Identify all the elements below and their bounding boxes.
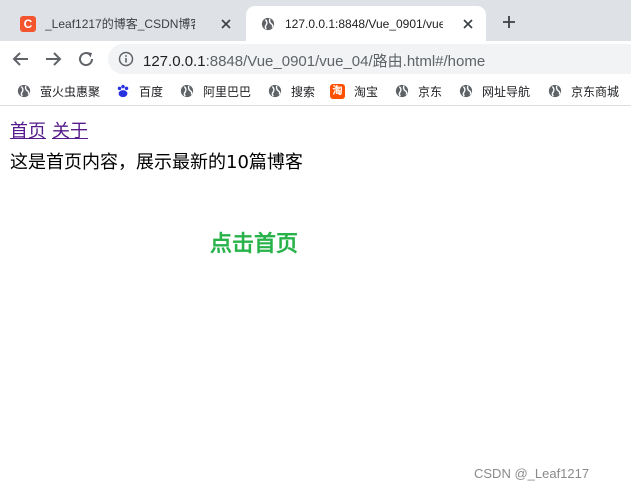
url-text: 127.0.0.1:8848/Vue_0901/vue_04/路由.html#/… bbox=[143, 50, 485, 71]
globe-icon bbox=[458, 84, 473, 99]
bookmark-label: 京东 bbox=[418, 84, 443, 99]
bookmark-label: 百度 bbox=[139, 84, 164, 99]
bookmark-item[interactable]: 搜索 bbox=[267, 82, 315, 100]
bookmarks-bar: 萤火虫惠聚 百度 阿里巴巴 搜索 淘 淘宝 京东 网址导航 京东商城 bbox=[0, 77, 631, 106]
close-icon[interactable] bbox=[460, 16, 476, 32]
bookmark-label: 网址导航 bbox=[482, 84, 531, 99]
about-link[interactable]: 关于 bbox=[52, 121, 88, 142]
back-button[interactable] bbox=[9, 47, 33, 71]
bookmark-label: 搜索 bbox=[291, 84, 316, 99]
bookmark-item[interactable]: 阿里巴巴 bbox=[179, 82, 251, 100]
baidu-icon bbox=[115, 84, 130, 99]
arrow-right-icon bbox=[46, 52, 62, 66]
page-content: 首页 关于 这是首页内容，展示最新的10篇博客 点击首页 CSDN @_Leaf1… bbox=[0, 106, 631, 491]
bookmark-label: 京东商城 bbox=[571, 84, 620, 99]
csdn-icon: C bbox=[20, 15, 36, 32]
globe-icon bbox=[267, 84, 282, 99]
address-bar[interactable]: 127.0.0.1:8848/Vue_0901/vue_04/路由.html#/… bbox=[108, 44, 631, 74]
new-tab-button[interactable] bbox=[499, 12, 519, 32]
browser-toolbar: 127.0.0.1:8848/Vue_0901/vue_04/路由.html#/… bbox=[0, 41, 631, 77]
tab-local-page[interactable]: 127.0.0.1:8848/Vue_0901/vue_ bbox=[246, 6, 486, 41]
taobao-icon: 淘 bbox=[330, 83, 345, 99]
reload-icon bbox=[79, 52, 94, 67]
plus-icon bbox=[503, 16, 515, 28]
globe-icon bbox=[394, 84, 409, 99]
url-path: :8848/Vue_0901/vue_04/路由.html#/home bbox=[205, 53, 486, 70]
close-icon[interactable] bbox=[218, 16, 234, 32]
router-nav: 首页 关于 bbox=[10, 121, 88, 143]
tab-title: 127.0.0.1:8848/Vue_0901/vue_ bbox=[285, 16, 443, 31]
globe-icon bbox=[547, 84, 562, 99]
forward-button[interactable] bbox=[41, 47, 65, 71]
bookmark-item[interactable]: 京东 bbox=[394, 82, 442, 100]
globe-icon bbox=[260, 16, 276, 32]
bookmark-item[interactable]: 萤火虫惠聚 bbox=[16, 82, 100, 100]
tab-title: _Leaf1217的博客_CSDN博客-Ja bbox=[45, 17, 195, 31]
globe-icon bbox=[16, 84, 31, 99]
bookmark-label: 阿里巴巴 bbox=[203, 84, 252, 99]
url-host: 127.0.0.1 bbox=[143, 53, 206, 70]
bookmark-label: 淘宝 bbox=[354, 84, 379, 99]
bookmark-item[interactable]: 百度 bbox=[115, 82, 163, 100]
tab-csdn-blog[interactable]: C _Leaf1217的博客_CSDN博客-Ja bbox=[8, 6, 244, 41]
home-content-text: 这是首页内容，展示最新的10篇博客 bbox=[10, 152, 303, 173]
home-link[interactable]: 首页 bbox=[10, 121, 46, 142]
bookmark-item[interactable]: 淘 淘宝 bbox=[330, 82, 378, 100]
bookmark-item[interactable]: 网址导航 bbox=[458, 82, 530, 100]
csdn-watermark: CSDN @_Leaf1217 bbox=[474, 466, 590, 481]
bookmark-label: 萤火虫惠聚 bbox=[40, 84, 101, 99]
info-icon[interactable] bbox=[118, 51, 134, 67]
tab-strip: C _Leaf1217的博客_CSDN博客-Ja 127.0.0.1:8848/… bbox=[0, 0, 631, 41]
globe-icon bbox=[179, 84, 194, 99]
arrow-left-icon bbox=[12, 52, 28, 66]
reload-button[interactable] bbox=[74, 47, 98, 71]
click-home-text: 点击首页 bbox=[210, 232, 299, 257]
bookmark-item[interactable]: 京东商城 bbox=[547, 82, 619, 100]
